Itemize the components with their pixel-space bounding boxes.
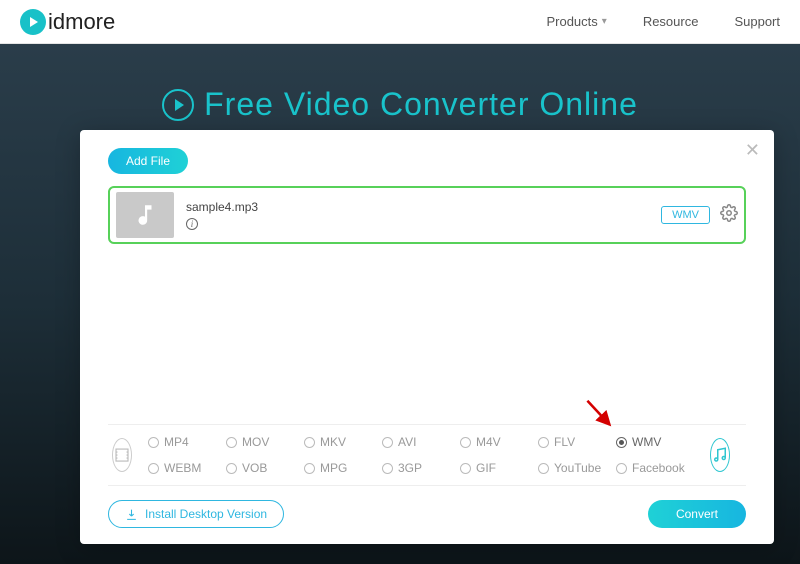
format-label: MPG bbox=[320, 461, 347, 475]
hero-title-text: Free Video Converter Online bbox=[204, 86, 638, 123]
format-option-vob[interactable]: VOB bbox=[226, 461, 304, 475]
format-option-flv[interactable]: FLV bbox=[538, 435, 616, 449]
modal-footer: Install Desktop Version Convert bbox=[108, 486, 746, 528]
format-label: MP4 bbox=[164, 435, 189, 449]
file-name: sample4.mp3 bbox=[186, 200, 661, 214]
install-desktop-button[interactable]: Install Desktop Version bbox=[108, 500, 284, 528]
format-option-wmv[interactable]: WMV bbox=[616, 435, 694, 449]
format-label: WEBM bbox=[164, 461, 201, 475]
radio-icon bbox=[382, 437, 393, 448]
hero-title: Free Video Converter Online bbox=[0, 86, 800, 123]
radio-icon bbox=[304, 437, 315, 448]
radio-icon bbox=[538, 437, 549, 448]
format-label: WMV bbox=[632, 435, 661, 449]
audio-category-icon[interactable] bbox=[710, 438, 730, 472]
format-label: GIF bbox=[476, 461, 496, 475]
logo: idmore bbox=[20, 9, 115, 35]
gear-icon[interactable] bbox=[720, 204, 738, 227]
nav-resource[interactable]: Resource bbox=[643, 14, 699, 29]
format-option-youtube[interactable]: YouTube bbox=[538, 461, 616, 475]
format-option-mkv[interactable]: MKV bbox=[304, 435, 382, 449]
radio-icon bbox=[148, 463, 159, 474]
info-icon[interactable]: i bbox=[186, 218, 198, 230]
add-file-button[interactable]: Add File bbox=[108, 148, 188, 174]
file-row: sample4.mp3 i WMV bbox=[108, 186, 746, 244]
format-label: MKV bbox=[320, 435, 346, 449]
format-option-m4v[interactable]: M4V bbox=[460, 435, 538, 449]
format-label: 3GP bbox=[398, 461, 422, 475]
arrow-annotation-icon bbox=[584, 399, 618, 433]
nav-links: Products▾ Resource Support bbox=[546, 14, 780, 29]
format-grid: MP4 MOV MKV AVI M4V FLV WMV WEBM VOB MPG 3GP GIF You… bbox=[148, 435, 694, 475]
format-option-gif[interactable]: GIF bbox=[460, 461, 538, 475]
format-label: VOB bbox=[242, 461, 267, 475]
play-circle-icon bbox=[162, 89, 194, 121]
music-note-icon bbox=[132, 202, 158, 228]
format-option-avi[interactable]: AVI bbox=[382, 435, 460, 449]
format-option-mpg[interactable]: MPG bbox=[304, 461, 382, 475]
format-selector: MP4 MOV MKV AVI M4V FLV WMV WEBM VOB MPG 3GP GIF You… bbox=[108, 424, 746, 486]
radio-icon bbox=[382, 463, 393, 474]
converter-modal: ✕ Add File sample4.mp3 i WMV MP4 MOV MKV AV… bbox=[80, 130, 774, 544]
nav-products[interactable]: Products▾ bbox=[546, 14, 606, 29]
radio-icon bbox=[460, 437, 471, 448]
format-option-facebook[interactable]: Facebook bbox=[616, 461, 694, 475]
format-label: M4V bbox=[476, 435, 501, 449]
format-option-webm[interactable]: WEBM bbox=[148, 461, 226, 475]
format-label: Facebook bbox=[632, 461, 685, 475]
format-option-3gp[interactable]: 3GP bbox=[382, 461, 460, 475]
topbar: idmore Products▾ Resource Support bbox=[0, 0, 800, 44]
radio-icon bbox=[616, 437, 627, 448]
download-icon bbox=[125, 508, 138, 521]
install-desktop-label: Install Desktop Version bbox=[145, 507, 267, 521]
file-thumbnail bbox=[116, 192, 174, 238]
format-label: AVI bbox=[398, 435, 416, 449]
video-category-icon[interactable] bbox=[112, 438, 132, 472]
format-label: FLV bbox=[554, 435, 575, 449]
chevron-down-icon: ▾ bbox=[602, 16, 607, 27]
radio-icon bbox=[226, 437, 237, 448]
radio-icon bbox=[304, 463, 315, 474]
format-option-mov[interactable]: MOV bbox=[226, 435, 304, 449]
format-option-mp4[interactable]: MP4 bbox=[148, 435, 226, 449]
radio-icon bbox=[148, 437, 159, 448]
logo-icon bbox=[20, 9, 46, 35]
format-label: MOV bbox=[242, 435, 269, 449]
format-badge[interactable]: WMV bbox=[661, 206, 710, 224]
radio-icon bbox=[616, 463, 627, 474]
format-label: YouTube bbox=[554, 461, 601, 475]
radio-icon bbox=[226, 463, 237, 474]
radio-icon bbox=[460, 463, 471, 474]
radio-icon bbox=[538, 463, 549, 474]
convert-button[interactable]: Convert bbox=[648, 500, 746, 528]
file-meta: sample4.mp3 i bbox=[186, 200, 661, 230]
nav-support[interactable]: Support bbox=[734, 14, 780, 29]
close-icon[interactable]: ✕ bbox=[745, 140, 760, 161]
brand-text: idmore bbox=[48, 9, 115, 35]
